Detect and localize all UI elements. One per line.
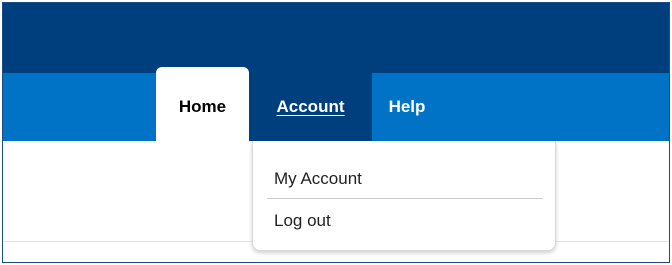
tab-help[interactable]: Help bbox=[372, 73, 442, 141]
main-nav: Home Account Help bbox=[3, 67, 669, 141]
menu-item-log-out-label: Log out bbox=[274, 211, 331, 230]
header-bar bbox=[3, 3, 669, 73]
tab-help-label: Help bbox=[388, 97, 426, 116]
page-frame: Home Account Help My Account Log out bbox=[2, 2, 670, 263]
tab-home[interactable]: Home bbox=[156, 67, 249, 141]
menu-item-log-out[interactable]: Log out bbox=[267, 201, 543, 241]
menu-divider bbox=[267, 198, 543, 199]
tab-account-label: Account bbox=[276, 97, 345, 116]
account-dropdown-menu: My Account Log out bbox=[252, 141, 556, 251]
menu-item-my-account[interactable]: My Account bbox=[267, 159, 543, 199]
menu-item-my-account-label: My Account bbox=[274, 169, 362, 188]
tab-home-label: Home bbox=[178, 97, 227, 116]
tab-account[interactable]: Account bbox=[249, 73, 372, 141]
